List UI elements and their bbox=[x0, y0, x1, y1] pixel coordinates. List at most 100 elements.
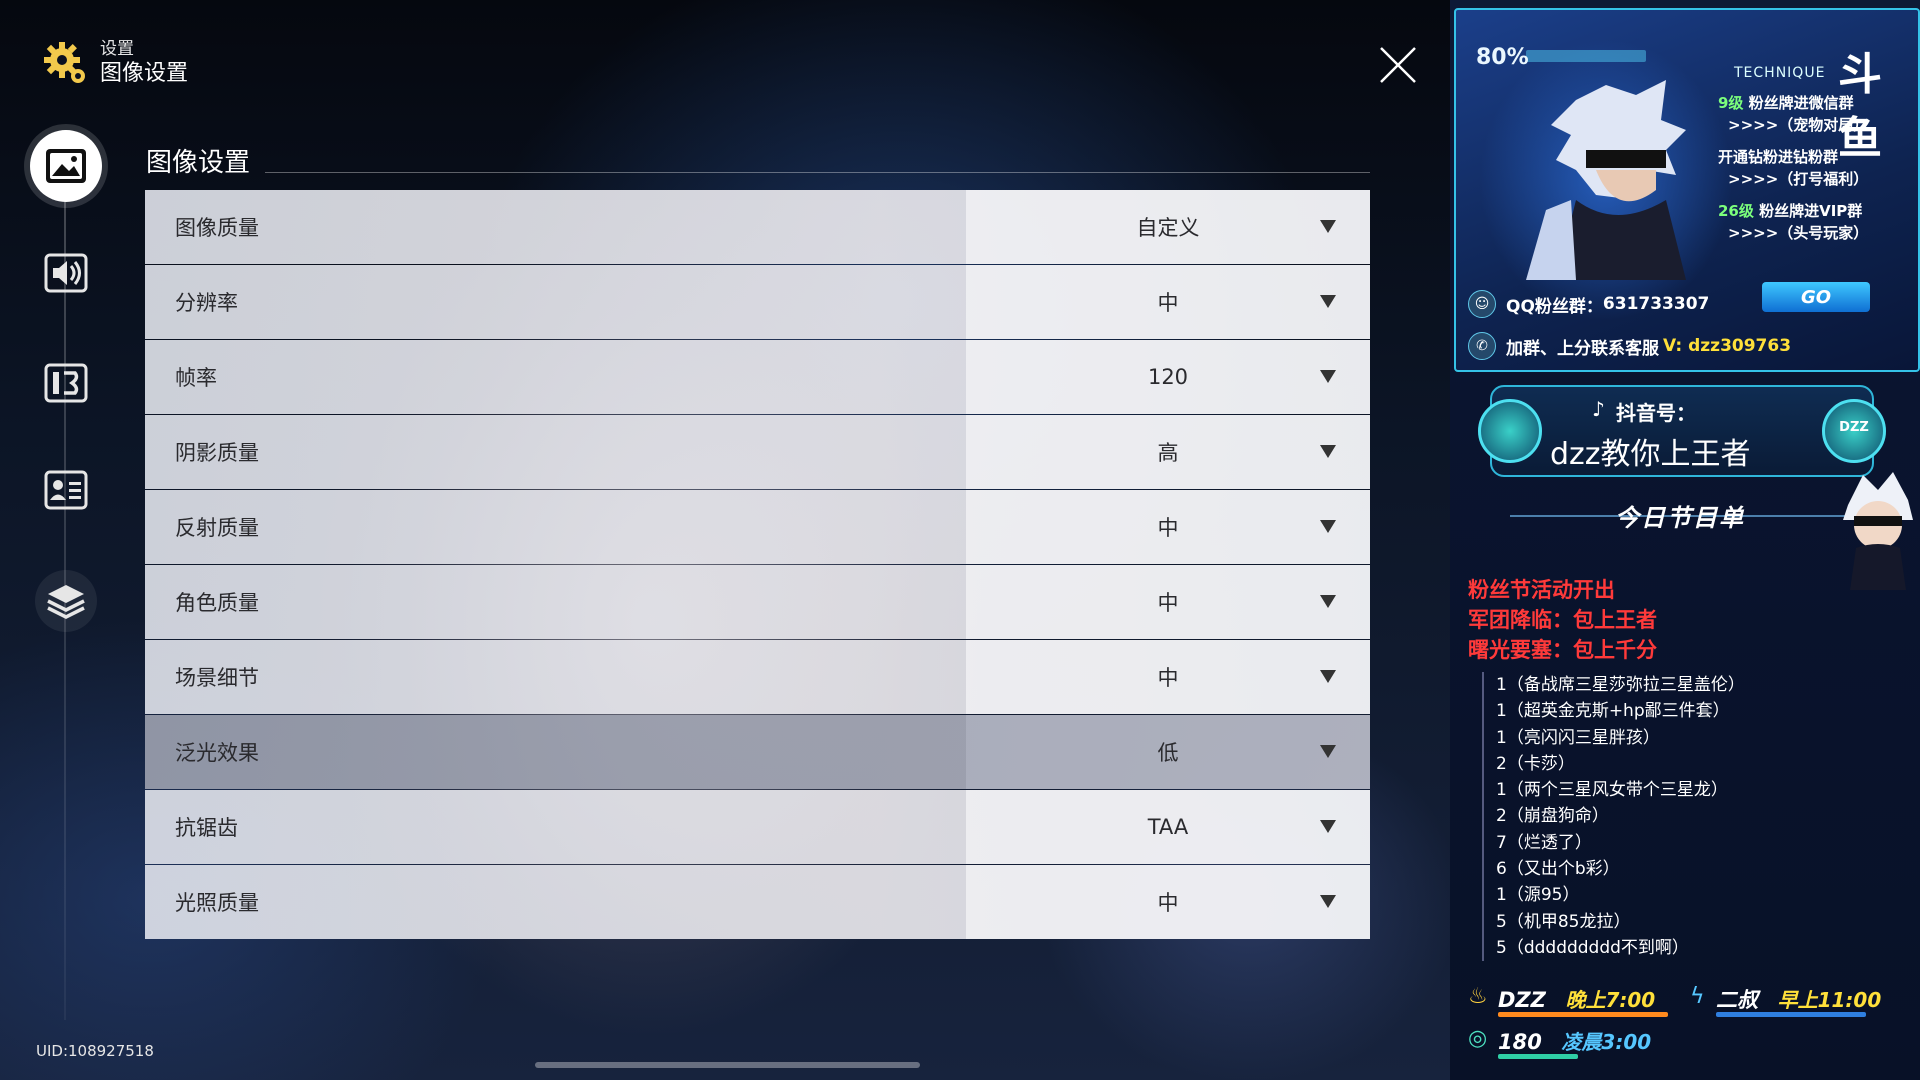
setting-row-scene-detail[interactable]: 场景细节 中 bbox=[145, 640, 1370, 714]
dropdown-arrow-icon bbox=[1320, 295, 1336, 308]
list-item: 5（机甲85龙拉） bbox=[1496, 911, 1631, 932]
gear-icon bbox=[44, 42, 85, 83]
list-item: 6（又出个b彩） bbox=[1496, 859, 1620, 880]
promo-sub-1: >>>>（宠物对局） bbox=[1728, 116, 1869, 134]
setting-value: 120 bbox=[1147, 365, 1189, 389]
sidebar-item-graphics[interactable] bbox=[30, 130, 102, 202]
close-button[interactable] bbox=[1378, 45, 1418, 85]
setting-label: 抗锯齿 bbox=[175, 816, 238, 840]
dropdown-arrow-icon bbox=[1320, 895, 1336, 908]
list-item: 5（ddddddddd不到啊） bbox=[1496, 937, 1689, 958]
flame-icon: ♨ bbox=[1468, 984, 1488, 1009]
setting-dropdown[interactable]: 中 bbox=[966, 865, 1370, 939]
setting-label: 反射质量 bbox=[175, 516, 259, 540]
douyin-label: 抖音号： bbox=[1616, 401, 1696, 425]
technique-label: TECHNIQUE bbox=[1734, 65, 1826, 81]
breadcrumb-parent: 设置 bbox=[100, 39, 134, 59]
setting-row-bloom[interactable]: 泛光效果 低 bbox=[145, 715, 1370, 789]
tiktok-icon: ♪ bbox=[1592, 397, 1605, 421]
schedule-180: 180 凌晨3:00 bbox=[1498, 1026, 1651, 1055]
dropdown-arrow-icon bbox=[1320, 445, 1336, 458]
sidebar-item-other[interactable] bbox=[35, 570, 97, 632]
setting-value: TAA bbox=[1147, 815, 1189, 839]
microphone-icon bbox=[1478, 399, 1542, 463]
setting-row-frame-rate[interactable]: 帧率 120 bbox=[145, 340, 1370, 414]
promo-line-3: 26级 粉丝牌进VIP群 bbox=[1718, 202, 1863, 220]
setting-dropdown[interactable]: TAA bbox=[966, 790, 1370, 864]
dropdown-arrow-icon bbox=[1320, 595, 1336, 608]
setting-value: 中 bbox=[1157, 516, 1179, 540]
list-item: 1（超英金克斯+hp鄙三件套） bbox=[1496, 701, 1730, 722]
setting-label: 角色质量 bbox=[175, 591, 259, 615]
dropdown-arrow-icon bbox=[1320, 820, 1336, 833]
schedule-name: DZZ bbox=[1498, 988, 1546, 1012]
settings-table: 图像质量 自定义 分辨率 中 帧率 120 阴影质量 高 反射质量 中 角色质量… bbox=[145, 190, 1370, 940]
setting-row-image-quality[interactable]: 图像质量 自定义 bbox=[145, 190, 1370, 264]
list-item: 7（烂透了） bbox=[1496, 832, 1592, 853]
list-item: 1（亮闪闪三星胖孩） bbox=[1496, 727, 1660, 748]
qq-group-row: ☺ QQ粉丝群： 631733307 bbox=[1468, 290, 1709, 318]
chibi-character-illustration bbox=[1843, 472, 1913, 590]
sidebar-item-sound[interactable] bbox=[38, 245, 94, 301]
setting-label: 图像质量 bbox=[175, 216, 259, 240]
setting-value: 中 bbox=[1157, 291, 1179, 315]
list-item: 1（源95） bbox=[1496, 885, 1580, 906]
setting-label: 场景细节 bbox=[175, 666, 259, 690]
wechat-icon: ✆ bbox=[1468, 332, 1496, 360]
close-icon bbox=[1380, 47, 1416, 83]
promo-line-1: 9级 粉丝牌进微信群 bbox=[1718, 94, 1854, 112]
setting-dropdown[interactable]: 中 bbox=[966, 265, 1370, 339]
home-indicator bbox=[535, 1062, 920, 1068]
setting-row-shadow-quality[interactable]: 阴影质量 高 bbox=[145, 415, 1370, 489]
event-line-2: 军团降临：包上王者 bbox=[1468, 608, 1657, 632]
progress-bar bbox=[1526, 50, 1646, 62]
setting-dropdown[interactable]: 120 bbox=[966, 340, 1370, 414]
promo-sub-3: >>>>（头号玩家） bbox=[1728, 224, 1869, 242]
setting-row-lighting-quality[interactable]: 光照质量 中 bbox=[145, 865, 1370, 939]
setting-label: 阴影质量 bbox=[175, 441, 259, 465]
douyin-card: DZZ ♪ 抖音号： dzz教你上王者 bbox=[1478, 385, 1886, 477]
setting-value: 低 bbox=[1157, 741, 1179, 765]
setting-dropdown[interactable]: 中 bbox=[966, 490, 1370, 564]
dzz-badge-icon: DZZ bbox=[1822, 399, 1886, 463]
breadcrumb: 设置 图像设置 bbox=[42, 38, 188, 88]
layers-icon bbox=[47, 585, 85, 619]
qq-label: QQ粉丝群： bbox=[1506, 296, 1603, 317]
list-item: 2（卡莎） bbox=[1496, 753, 1575, 774]
setting-row-anti-aliasing[interactable]: 抗锯齿 TAA bbox=[145, 790, 1370, 864]
event-line-1: 粉丝节活动开出 bbox=[1468, 578, 1615, 602]
go-button[interactable]: GO bbox=[1762, 282, 1870, 312]
today-program-title: 今日节目单 bbox=[1615, 504, 1745, 532]
game-settings-screen: 设置 图像设置 图像设置 图像质量 自定义 分辨率 中 帧率 120 阴影质量 … bbox=[0, 0, 1450, 1080]
setting-label: 泛光效果 bbox=[175, 741, 259, 765]
sidebar-item-controls[interactable] bbox=[38, 355, 94, 411]
setting-label: 光照质量 bbox=[175, 891, 259, 915]
setting-dropdown[interactable]: 中 bbox=[966, 565, 1370, 639]
promo-line-2: 开通钻粉进钻粉群 bbox=[1718, 148, 1839, 166]
profile-card-icon bbox=[44, 470, 88, 510]
setting-value: 自定义 bbox=[1136, 216, 1200, 240]
dropdown-arrow-icon bbox=[1320, 670, 1336, 683]
schedule-name: 180 bbox=[1498, 1030, 1542, 1054]
wechat-id: V: dzz309763 bbox=[1663, 336, 1792, 356]
setting-row-reflection-quality[interactable]: 反射质量 中 bbox=[145, 490, 1370, 564]
dropdown-arrow-icon bbox=[1320, 745, 1336, 758]
list-item: 1（备战席三星莎弥拉三星盖伦） bbox=[1496, 675, 1745, 695]
schedule-time: 早上11:00 bbox=[1777, 988, 1882, 1012]
setting-dropdown[interactable]: 中 bbox=[966, 640, 1370, 714]
promo-sub-2: >>>>（打号福利） bbox=[1728, 170, 1869, 188]
setting-value: 中 bbox=[1157, 891, 1179, 915]
setting-value: 中 bbox=[1157, 591, 1179, 615]
setting-dropdown[interactable]: 自定义 bbox=[966, 190, 1370, 264]
setting-dropdown[interactable]: 低 bbox=[966, 715, 1370, 789]
setting-dropdown[interactable]: 高 bbox=[966, 415, 1370, 489]
wechat-row: ✆ 加群、上分联系客服 V: dzz309763 bbox=[1468, 332, 1791, 360]
sidebar-item-account[interactable] bbox=[38, 462, 94, 518]
setting-row-character-quality[interactable]: 角色质量 中 bbox=[145, 565, 1370, 639]
setting-label: 分辨率 bbox=[175, 291, 238, 315]
schedule-bar bbox=[1498, 1012, 1668, 1017]
controls-icon bbox=[44, 363, 88, 403]
setting-row-resolution[interactable]: 分辨率 中 bbox=[145, 265, 1370, 339]
list-item: 1（两个三星风女带个三星龙） bbox=[1496, 780, 1728, 801]
anime-character-illustration bbox=[1526, 80, 1686, 280]
